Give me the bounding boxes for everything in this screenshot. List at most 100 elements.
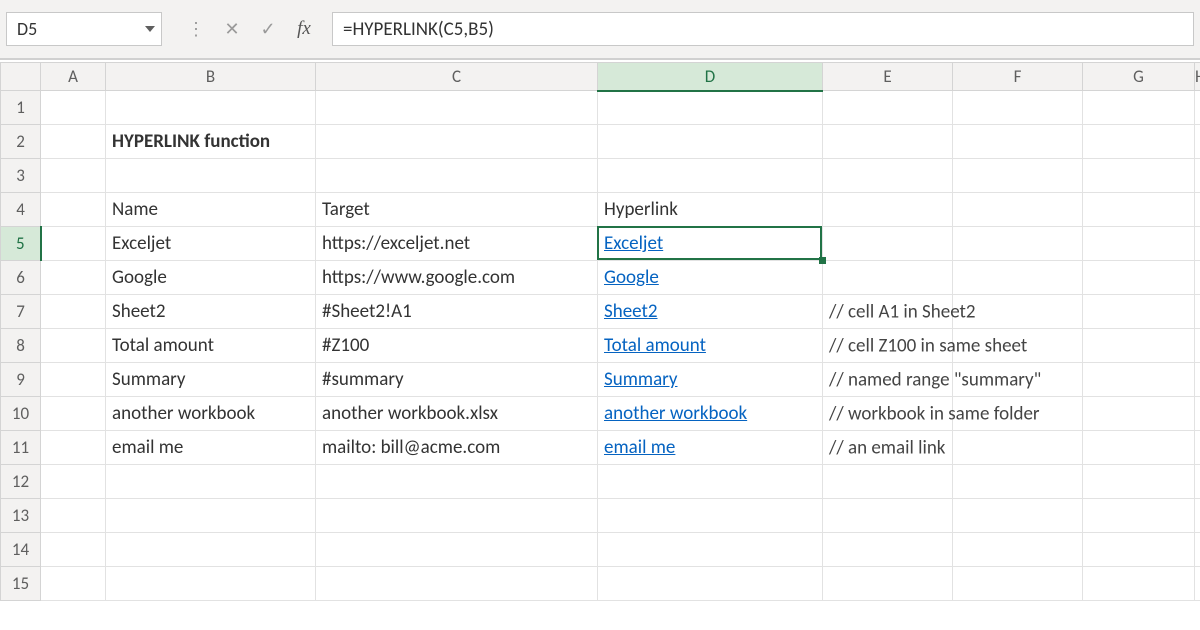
cell[interactable] bbox=[823, 193, 953, 227]
table-cell[interactable]: email me bbox=[598, 431, 823, 465]
cell[interactable] bbox=[41, 499, 106, 533]
cell[interactable] bbox=[1083, 363, 1195, 397]
cell[interactable] bbox=[1195, 499, 1200, 533]
table-cell[interactable]: Total amount bbox=[598, 329, 823, 363]
row-header[interactable]: 4 bbox=[1, 193, 41, 227]
hyperlink[interactable]: Exceljet bbox=[604, 232, 663, 255]
cell[interactable] bbox=[823, 261, 953, 295]
row-header[interactable]: 15 bbox=[1, 567, 41, 601]
cell[interactable] bbox=[1083, 295, 1195, 329]
cell[interactable] bbox=[1195, 295, 1200, 329]
cell[interactable]: // named range "summary" bbox=[823, 363, 953, 397]
cell[interactable] bbox=[106, 499, 316, 533]
cell[interactable] bbox=[953, 159, 1083, 193]
active-cell[interactable]: Exceljet bbox=[598, 227, 823, 261]
col-header[interactable]: C bbox=[316, 63, 598, 91]
cell[interactable] bbox=[953, 465, 1083, 499]
row-header[interactable]: 13 bbox=[1, 499, 41, 533]
cell[interactable] bbox=[953, 499, 1083, 533]
cell[interactable] bbox=[953, 261, 1083, 295]
row-header[interactable]: 8 bbox=[1, 329, 41, 363]
row-header[interactable]: 3 bbox=[1, 159, 41, 193]
hyperlink[interactable]: another workbook bbox=[604, 402, 747, 425]
table-cell[interactable]: #summary bbox=[316, 363, 598, 397]
table-cell[interactable]: Sheet2 bbox=[598, 295, 823, 329]
table-cell[interactable]: email me bbox=[106, 431, 316, 465]
cell[interactable] bbox=[953, 431, 1083, 465]
cell[interactable] bbox=[1195, 125, 1200, 159]
row-header[interactable]: 12 bbox=[1, 465, 41, 499]
cell[interactable] bbox=[41, 159, 106, 193]
fx-icon[interactable]: fx bbox=[286, 12, 322, 46]
table-cell[interactable]: another workbook bbox=[106, 397, 316, 431]
cell[interactable] bbox=[316, 465, 598, 499]
select-all-corner[interactable] bbox=[1, 63, 41, 91]
cell[interactable] bbox=[823, 567, 953, 601]
cell[interactable]: // cell Z100 in same sheet bbox=[823, 329, 953, 363]
col-header[interactable]: F bbox=[953, 63, 1083, 91]
cell[interactable] bbox=[598, 499, 823, 533]
cell[interactable] bbox=[1083, 533, 1195, 567]
cell[interactable] bbox=[1195, 329, 1200, 363]
chevron-down-icon[interactable] bbox=[145, 26, 155, 32]
cell[interactable] bbox=[316, 499, 598, 533]
cell[interactable] bbox=[1195, 363, 1200, 397]
cell[interactable] bbox=[1083, 227, 1195, 261]
cell[interactable] bbox=[106, 567, 316, 601]
row-header[interactable]: 6 bbox=[1, 261, 41, 295]
table-cell[interactable]: #Z100 bbox=[316, 329, 598, 363]
hyperlink[interactable]: Sheet2 bbox=[604, 300, 658, 323]
cell[interactable] bbox=[106, 91, 316, 125]
cell[interactable] bbox=[598, 91, 823, 125]
cell[interactable] bbox=[316, 91, 598, 125]
col-header[interactable]: B bbox=[106, 63, 316, 91]
spreadsheet-grid[interactable]: A B C D E F G H 1 2 HYPERLINK function 3 bbox=[0, 62, 1200, 601]
hyperlink[interactable]: Google bbox=[604, 266, 659, 289]
cell[interactable] bbox=[41, 397, 106, 431]
table-cell[interactable]: Total amount bbox=[106, 329, 316, 363]
table-header-link[interactable]: Hyperlink bbox=[598, 193, 823, 227]
cell[interactable] bbox=[316, 533, 598, 567]
page-title[interactable]: HYPERLINK function bbox=[106, 125, 316, 159]
row-header-selected[interactable]: 5 bbox=[1, 227, 41, 261]
table-cell[interactable]: https://www.google.com bbox=[316, 261, 598, 295]
table-header-name[interactable]: Name bbox=[106, 193, 316, 227]
cell[interactable] bbox=[1195, 431, 1200, 465]
cell[interactable] bbox=[1083, 125, 1195, 159]
row-header[interactable]: 9 bbox=[1, 363, 41, 397]
cell[interactable] bbox=[1195, 91, 1200, 125]
cell[interactable] bbox=[316, 567, 598, 601]
cell[interactable] bbox=[1195, 465, 1200, 499]
cell[interactable] bbox=[41, 465, 106, 499]
cell[interactable] bbox=[598, 465, 823, 499]
cell[interactable] bbox=[106, 159, 316, 193]
name-box[interactable]: D5 bbox=[6, 12, 162, 46]
col-header[interactable]: H bbox=[1195, 63, 1200, 91]
cell[interactable] bbox=[41, 227, 106, 261]
cell[interactable] bbox=[953, 91, 1083, 125]
cell[interactable] bbox=[953, 227, 1083, 261]
cell[interactable] bbox=[1195, 159, 1200, 193]
cell[interactable] bbox=[41, 91, 106, 125]
cell[interactable] bbox=[1083, 567, 1195, 601]
cell[interactable] bbox=[823, 533, 953, 567]
cell[interactable] bbox=[316, 159, 598, 193]
col-header[interactable]: G bbox=[1083, 63, 1195, 91]
cell[interactable] bbox=[41, 295, 106, 329]
row-header[interactable]: 10 bbox=[1, 397, 41, 431]
table-cell[interactable]: another workbook bbox=[598, 397, 823, 431]
cell[interactable] bbox=[1195, 261, 1200, 295]
cell[interactable] bbox=[1195, 227, 1200, 261]
cell[interactable] bbox=[823, 465, 953, 499]
cell[interactable] bbox=[1083, 431, 1195, 465]
cell[interactable] bbox=[823, 91, 953, 125]
table-cell[interactable]: Sheet2 bbox=[106, 295, 316, 329]
cell[interactable] bbox=[316, 125, 598, 159]
cell[interactable] bbox=[953, 193, 1083, 227]
hyperlink[interactable]: email me bbox=[604, 436, 675, 459]
col-header[interactable]: A bbox=[41, 63, 106, 91]
col-header[interactable]: E bbox=[823, 63, 953, 91]
table-cell[interactable]: Google bbox=[598, 261, 823, 295]
cell[interactable] bbox=[41, 431, 106, 465]
cell[interactable] bbox=[953, 533, 1083, 567]
